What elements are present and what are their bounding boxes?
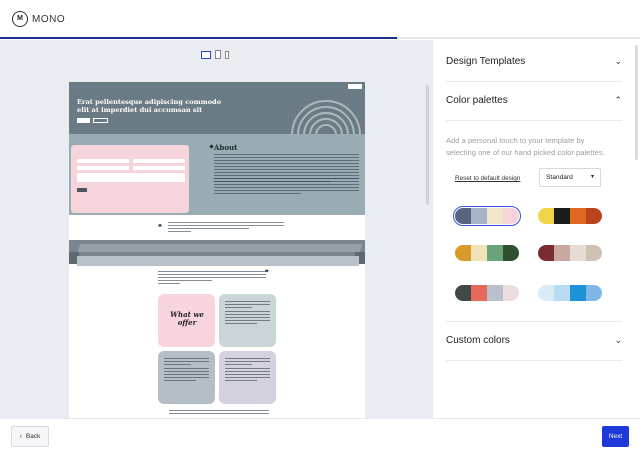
palette-option-1[interactable]: [452, 205, 522, 227]
palette-swatch: [503, 285, 519, 301]
hero-nav-button: [348, 84, 362, 89]
website-preview: Erat pellentesque adipiscing commodo eli…: [69, 82, 365, 418]
custom-colors-toggle[interactable]: Custom colors ⌄: [446, 335, 622, 346]
about-section: About: [69, 134, 365, 215]
logo[interactable]: M MONO: [12, 11, 65, 27]
tablet-icon[interactable]: [215, 50, 221, 59]
contact-form-card: [71, 145, 189, 213]
palette-swatch: [586, 208, 602, 224]
palette-option-6[interactable]: [538, 285, 602, 301]
chevron-up-icon: ⌃: [614, 95, 622, 105]
palette-swatch: [503, 208, 519, 224]
back-label: Back: [25, 433, 41, 440]
panel-scrollbar[interactable]: [635, 45, 638, 160]
palette-swatch: [554, 245, 570, 261]
palette-option-3[interactable]: [455, 245, 519, 261]
chevron-left-icon: ‹: [19, 433, 22, 440]
select-value: Standard: [546, 174, 573, 181]
custom-colors-label: Custom colors: [446, 335, 510, 346]
palette-swatch: [554, 208, 570, 224]
chevron-down-icon: ⌄: [614, 335, 622, 345]
footer-bar: [0, 418, 640, 455]
palette-swatch: [570, 208, 586, 224]
design-templates-label: Design Templates: [446, 56, 526, 67]
color-palettes-toggle[interactable]: Color palettes ⌃: [446, 95, 622, 106]
design-templates-toggle[interactable]: Design Templates ⌄: [446, 56, 622, 67]
progress-track: [0, 37, 640, 39]
offer-tile-2: [219, 294, 276, 347]
top-bar: M MONO: [0, 0, 640, 38]
palette-swatch: [471, 208, 487, 224]
offer-tile-4: [219, 351, 276, 404]
testimonial-2-text: [158, 271, 266, 286]
preview-scrollbar[interactable]: [426, 85, 429, 205]
palette-swatch: [538, 245, 554, 261]
next-button[interactable]: Next: [602, 426, 629, 447]
palette-style-select[interactable]: Standard ▾: [539, 168, 601, 187]
logo-text: MONO: [32, 13, 66, 25]
template-preview-area: Erat pellentesque adipiscing commodo eli…: [0, 40, 432, 418]
logo-mark: M: [12, 11, 28, 27]
palette-swatch: [538, 208, 554, 224]
offer-title: What we offer: [170, 310, 204, 327]
palette-swatch: [586, 285, 602, 301]
form-submit-button: [77, 188, 87, 192]
palette-swatch: [554, 285, 570, 301]
palette-option-5[interactable]: [455, 285, 519, 301]
palette-swatch: [487, 208, 503, 224]
next-label: Next: [608, 433, 623, 440]
palette-swatch: [538, 285, 554, 301]
settings-panel: Design Templates ⌄ Color palettes ⌃ Add …: [432, 40, 640, 418]
palette-swatch: [586, 245, 602, 261]
color-palettes-label: Color palettes: [446, 95, 508, 106]
back-button[interactable]: ‹ Back: [11, 426, 49, 447]
reset-default-link[interactable]: Reset to default design: [455, 175, 520, 182]
mobile-icon[interactable]: [225, 50, 229, 59]
palette-swatch: [487, 245, 503, 261]
palette-swatch: [487, 285, 503, 301]
desktop-icon[interactable]: [201, 50, 211, 59]
palette-option-4[interactable]: [538, 245, 602, 261]
chevron-down-icon: ▾: [590, 174, 594, 180]
device-switcher: [201, 50, 229, 59]
palette-swatch: [570, 285, 586, 301]
palette-option-2[interactable]: [538, 208, 602, 224]
about-title: About: [214, 143, 238, 152]
palette-swatch: [455, 245, 471, 261]
about-bullet-icon: [209, 144, 214, 149]
palette-swatch: [471, 245, 487, 261]
offer-tile-title: What we offer: [158, 294, 215, 347]
hero-secondary-button: [93, 118, 108, 123]
palette-swatch: [503, 245, 519, 261]
chevron-down-icon: ⌄: [614, 56, 622, 66]
quote-close-icon: ❞: [265, 270, 269, 277]
offer-tile-3: [158, 351, 215, 404]
hero-arcs-graphic: [285, 92, 365, 134]
hero-primary-button: [77, 118, 90, 123]
palette-swatch: [471, 285, 487, 301]
palette-helper-text: Add a personal touch to your template by…: [446, 136, 605, 157]
hero-section: Erat pellentesque adipiscing commodo eli…: [69, 82, 365, 134]
offer-grid: What we offer: [158, 294, 276, 404]
hero-title: Erat pellentesque adipiscing commodo eli…: [77, 98, 221, 114]
quote-icon: ❝: [158, 224, 162, 231]
palette-swatch: [570, 245, 586, 261]
progress-fill: [0, 37, 397, 39]
palette-swatch: [455, 208, 471, 224]
palette-swatch: [455, 285, 471, 301]
